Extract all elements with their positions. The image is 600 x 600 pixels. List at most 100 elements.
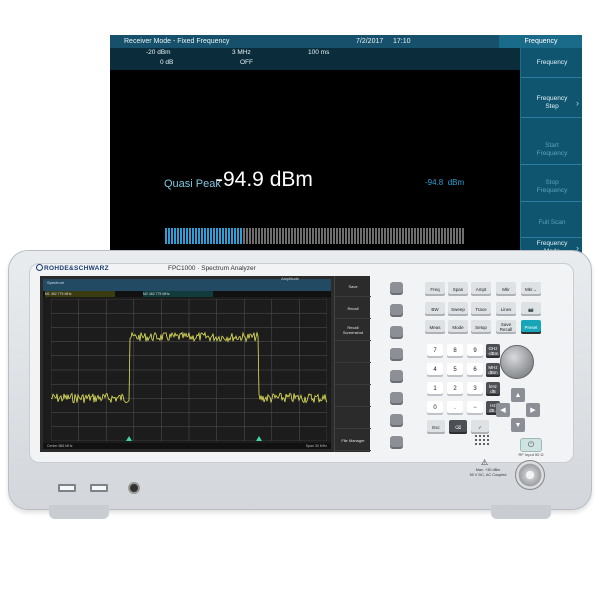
key-1[interactable]: Mode <box>448 320 468 334</box>
power-button[interactable]: ⏻ <box>520 438 542 452</box>
analyzer-lcd: Spectrum M1 462 775 MHz M2 462 775 MHz C… <box>40 276 334 452</box>
bargraph-segment <box>267 228 269 244</box>
span-value: Span 30 MHz <box>305 444 327 448</box>
usb-port-1[interactable] <box>58 484 76 492</box>
number-key[interactable]: 1 <box>427 382 443 396</box>
bargraph-segment <box>429 228 431 244</box>
softkey-3[interactable]: Start Frequency <box>521 135 582 165</box>
bargraph-segment <box>339 228 341 244</box>
bargraph-segment <box>450 228 452 244</box>
warning-icon: ⚠ <box>481 458 489 467</box>
softkey-button-5[interactable] <box>390 370 403 383</box>
bargraph-segment <box>444 228 446 244</box>
edit-key[interactable]: Esc <box>427 420 445 434</box>
bargraph-segment <box>438 228 440 244</box>
softkey-button-7[interactable] <box>390 414 403 427</box>
arrow-right-icon[interactable]: ▶ <box>526 403 540 417</box>
unit-key[interactable]: MHz dBm <box>486 363 500 377</box>
mode-title: Receiver Mode - Fixed Frequency <box>124 38 230 45</box>
rf-input-connector[interactable] <box>515 460 545 490</box>
bargraph-segment <box>303 228 305 244</box>
bargraph-segment <box>426 228 428 244</box>
number-key[interactable]: 6 <box>467 363 483 377</box>
level-small-unit: dBm <box>447 178 465 187</box>
softkey-4[interactable]: Stop Frequency <box>521 172 582 202</box>
number-key[interactable]: − <box>467 401 483 415</box>
key-0[interactable]: Freq <box>425 282 445 296</box>
softkey-1[interactable]: Frequency <box>521 48 582 78</box>
number-key[interactable]: 9 <box>467 344 483 358</box>
bargraph-segment <box>324 228 326 244</box>
key-2[interactable]: Ampt <box>471 282 491 296</box>
lcd-footer: Center 686 MHz Span 30 MHz <box>43 443 331 449</box>
edit-key[interactable]: ✓ <box>471 420 489 434</box>
number-key[interactable]: . <box>447 401 463 415</box>
edit-key[interactable]: ⌫ <box>449 420 467 434</box>
arrow-up-icon[interactable]: ▲ <box>511 388 525 402</box>
number-key[interactable]: 2 <box>447 382 463 396</box>
number-key[interactable]: 3 <box>467 382 483 396</box>
bargraph-segment <box>249 228 251 244</box>
bargraph-segment <box>423 228 425 244</box>
bargraph-segment <box>177 228 179 244</box>
softkey-button-8[interactable] <box>390 436 403 449</box>
bargraph-segment <box>186 228 188 244</box>
key-1[interactable]: Span <box>448 282 468 296</box>
marker1-readout: M1 462 775 MHz <box>45 291 115 297</box>
key-4[interactable]: Mkr→ <box>521 282 541 296</box>
key-4[interactable]: 📷 <box>521 302 541 316</box>
bargraph-segment <box>408 228 410 244</box>
bargraph-segment <box>432 228 434 244</box>
number-key[interactable]: 0 <box>427 401 443 415</box>
bargraph-segment <box>354 228 356 244</box>
key-3[interactable]: Mkr <box>496 282 516 296</box>
bargraph-segment <box>282 228 284 244</box>
key-0[interactable]: Meas <box>425 320 445 334</box>
arrow-down-icon[interactable]: ▼ <box>511 418 525 432</box>
lcd-softkey <box>335 408 371 429</box>
bargraph-segment <box>252 228 254 244</box>
number-key[interactable]: 4 <box>427 363 443 377</box>
number-key[interactable]: 7 <box>427 344 443 358</box>
softkey-label: Full Scan <box>538 218 566 226</box>
arrow-left-icon[interactable]: ◀ <box>496 403 510 417</box>
key-0[interactable]: BW <box>425 302 445 316</box>
bargraph-segment <box>363 228 365 244</box>
softkey-button-3[interactable] <box>390 326 403 339</box>
bargraph-segment <box>219 228 221 244</box>
headphone-jack[interactable] <box>128 482 140 494</box>
level-small-value: -94.8 <box>425 178 444 187</box>
key-2[interactable]: Trace <box>471 302 491 316</box>
key-3[interactable]: Lines <box>496 302 516 316</box>
bargraph-segment <box>300 228 302 244</box>
bargraph-segment <box>240 228 242 244</box>
bargraph-segment <box>291 228 293 244</box>
rotary-knob[interactable] <box>500 345 534 379</box>
softkey-button-1[interactable] <box>390 282 403 295</box>
bargraph-segment <box>279 228 281 244</box>
softkey-2[interactable]: Frequency Step › <box>521 88 582 118</box>
bargraph-segment <box>276 228 278 244</box>
measurement-time-value: 100 ms <box>308 49 330 56</box>
unit-key[interactable]: GHz -dBm <box>486 344 500 358</box>
softkey-button-4[interactable] <box>390 348 403 361</box>
center-frequency: Center 686 MHz <box>47 444 73 448</box>
bargraph-segment <box>402 228 404 244</box>
key-3[interactable]: Save Recall <box>496 320 516 334</box>
bargraph-segment <box>384 228 386 244</box>
number-key[interactable]: 5 <box>447 363 463 377</box>
key-1[interactable]: Sweep <box>448 302 468 316</box>
spectrum-plot <box>51 299 327 441</box>
lcd-softkey <box>335 386 371 407</box>
usb-port-2[interactable] <box>90 484 108 492</box>
key-2[interactable]: Setup <box>471 320 491 334</box>
softkey-button-6[interactable] <box>390 392 403 405</box>
level-bargraph <box>165 228 465 244</box>
softkey-button-2[interactable] <box>390 304 403 317</box>
number-key[interactable]: 8 <box>447 344 463 358</box>
bargraph-segment <box>414 228 416 244</box>
bargraph-segment <box>264 228 266 244</box>
bargraph-segment <box>360 228 362 244</box>
key-4[interactable]: Preset <box>521 320 541 334</box>
input-warning-text: Max. +30 dBm 50 V DC, AC Coupled <box>469 468 507 477</box>
